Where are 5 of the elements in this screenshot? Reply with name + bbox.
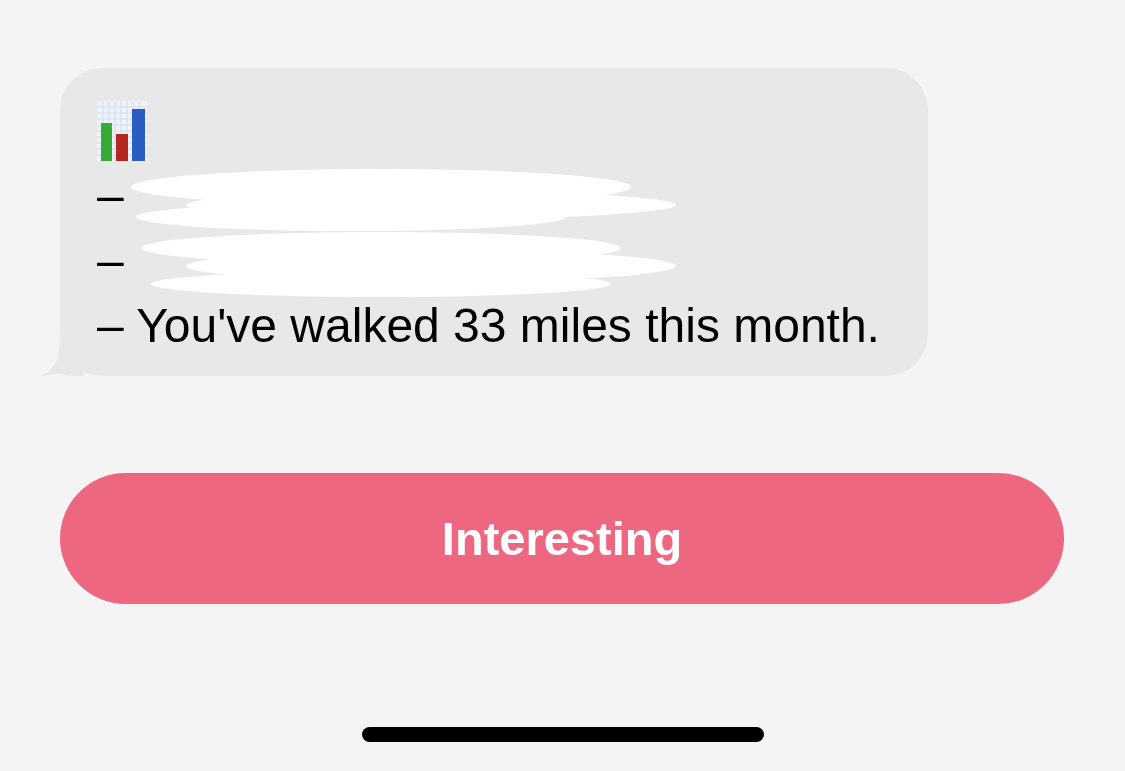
interesting-button[interactable]: Interesting xyxy=(60,473,1064,604)
message-text: – You've walked 33 miles this month. xyxy=(97,301,880,350)
bar-chart-icon xyxy=(97,100,147,161)
list-dash: – xyxy=(97,236,124,285)
list-dash: – xyxy=(97,171,124,220)
